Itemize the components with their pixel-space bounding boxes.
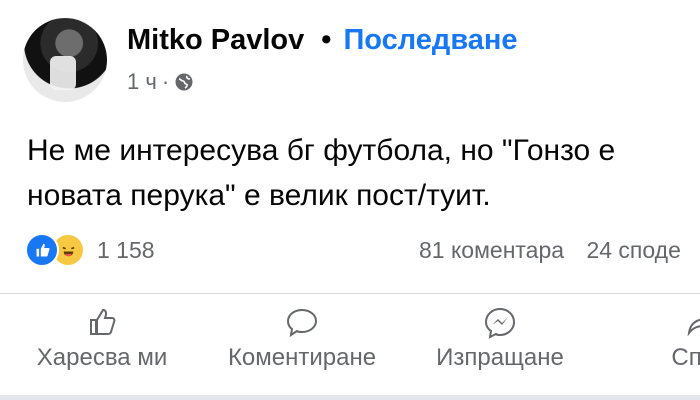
shares-count[interactable]: 24 споде: [586, 237, 680, 263]
reaction-summary[interactable]: 1 158: [25, 233, 155, 267]
comment-label: Коментиране: [227, 344, 377, 371]
globe-icon: [175, 73, 193, 91]
send-button[interactable]: Изпращане: [400, 305, 600, 372]
comment-icon: [286, 308, 318, 338]
reaction-count: 1 158: [97, 236, 155, 263]
like-label: Харесва ми: [36, 344, 168, 371]
timestamp[interactable]: 1 ч: [127, 69, 157, 95]
divider: [0, 293, 700, 294]
author-meta: Mitko Pavlov • Последване 1 ч ·: [127, 21, 518, 95]
like-reaction-icon: [25, 233, 59, 267]
action-bar: Харесва ми Коментиране Изпращане Спод: [0, 305, 700, 395]
send-label: Изпращане: [436, 344, 564, 371]
author-row: Mitko Pavlov • Последване: [127, 21, 518, 59]
follow-button[interactable]: Последване: [343, 21, 517, 59]
timestamp-row: 1 ч ·: [127, 69, 518, 95]
post-text: Не ме интересува бг футбола, но "Гонзо е…: [27, 134, 616, 212]
comment-button[interactable]: Коментиране: [202, 305, 402, 372]
comments-count[interactable]: 81 коментара: [419, 237, 564, 263]
bottom-separator: [0, 395, 700, 400]
share-button[interactable]: Спод: [600, 305, 700, 372]
post-stats: 1 158 81 коментара 24 споде: [25, 232, 700, 268]
author-name[interactable]: Mitko Pavlov: [127, 21, 304, 59]
name-separator: •: [321, 24, 332, 56]
post-header: Mitko Pavlov • Последване 1 ч ·: [23, 18, 518, 102]
thumbs-up-icon: [90, 308, 116, 335]
messenger-icon: [484, 307, 516, 339]
share-label: Спод: [671, 344, 700, 371]
comment-share-stats: 81 коментара 24 споде: [419, 237, 681, 264]
like-button[interactable]: Харесва ми: [2, 305, 202, 372]
share-icon: [687, 318, 700, 337]
avatar[interactable]: [23, 18, 107, 102]
time-separator: ·: [161, 69, 170, 94]
